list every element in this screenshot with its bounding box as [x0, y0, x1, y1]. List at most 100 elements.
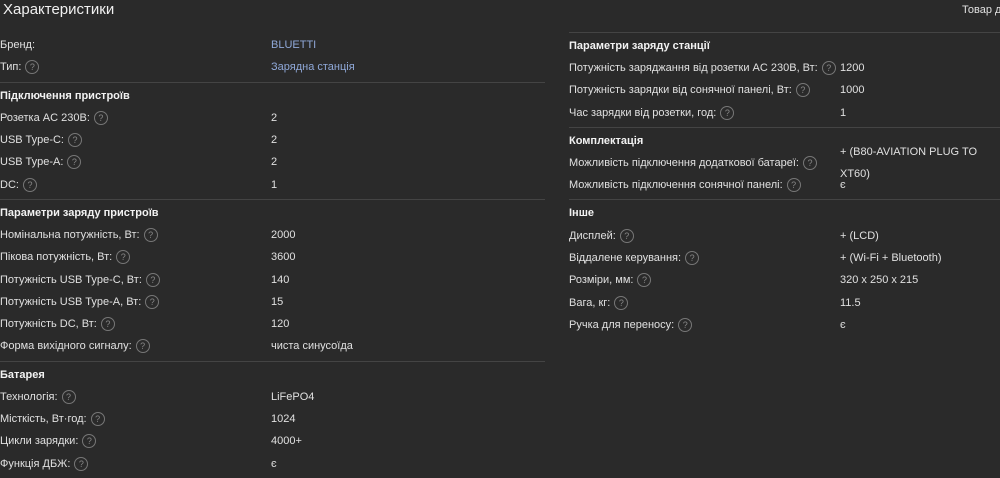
spec-row: Тип:? Зарядна станція — [0, 56, 545, 78]
spec-label-text: Можливість підключення сонячної панелі: — [569, 179, 783, 192]
spec-label-text: Віддалене керування: — [569, 251, 682, 264]
spec-section: Комплектація Можливість підключення додат… — [569, 126, 1000, 200]
spec-label-text: Технологія: — [0, 390, 58, 403]
help-icon[interactable]: ? — [25, 60, 40, 75]
spec-label-text: Функція ДБЖ: — [0, 457, 71, 470]
section-header: Інше — [569, 207, 594, 220]
spec-label-text: Ручка для переносу: — [569, 318, 675, 331]
spec-label-text: Можливість підключення додаткової батаре… — [569, 157, 799, 170]
help-icon[interactable]: ? — [145, 294, 160, 309]
spec-row: Технологія:? LiFePO4 — [0, 386, 545, 408]
spec-row: Номінальна потужність, Вт:? 2000 — [0, 224, 545, 246]
help-icon[interactable]: ? — [786, 178, 801, 193]
spec-label: Цикли зарядки:? — [0, 430, 97, 452]
spec-row: Потужність DC, Вт:? 120 — [0, 313, 545, 335]
spec-label-text: Бренд: — [0, 39, 36, 52]
spec-label-text: Форма вихідного сигналу: — [0, 340, 132, 353]
spec-value-link[interactable]: BLUETTI — [271, 34, 316, 56]
help-icon[interactable]: ? — [143, 227, 158, 242]
spec-value: є — [840, 179, 846, 192]
spec-value-link[interactable]: Зарядна станція — [271, 56, 355, 78]
spec-label-text: Дисплей: — [569, 229, 616, 242]
spec-section: Інше Дисплей:? + (LCD) Віддалене керування:… — [569, 199, 1000, 338]
spec-value: 3600 — [271, 251, 296, 264]
spec-value: 2 — [271, 156, 278, 169]
help-icon[interactable]: ? — [22, 177, 37, 192]
section-header: Батарея — [0, 368, 45, 381]
spec-row: USB Type-C:? 2 — [0, 129, 545, 151]
spec-label: Пікова потужність, Вт:? — [0, 246, 131, 268]
spec-label-text: Потужність USB Type-A, Вт: — [0, 295, 142, 308]
spec-value: 120 — [271, 318, 290, 331]
help-icon[interactable]: ? — [802, 156, 817, 171]
spec-label: Потужність зарядки від сонячної панелі, … — [569, 79, 810, 101]
spec-label: Розетка AC 230В:? — [0, 107, 108, 129]
help-icon[interactable]: ? — [614, 295, 629, 310]
availability-text: Товар до — [962, 4, 1000, 16]
spec-value: 140 — [271, 273, 290, 286]
spec-label-text: USB Type-C: — [0, 134, 64, 147]
spec-label: Можливість підключення додаткової батаре… — [569, 152, 817, 174]
spec-value: 1 — [271, 178, 278, 191]
spec-label-text: Пікова потужність, Вт: — [0, 251, 113, 264]
spec-label: Можливість підключення сонячної панелі:? — [569, 174, 801, 196]
spec-row: Потужність USB Type-A, Вт:? 15 — [0, 291, 545, 313]
spec-value: є — [271, 457, 277, 470]
spec-label-text: Місткість, Вт·год: — [0, 413, 87, 425]
spec-value: 11.5 — [840, 296, 861, 309]
spec-section: Підключення пристроїв Розетка AC 230В:? 2 U… — [0, 81, 545, 199]
spec-label: Вага, кг:? — [569, 292, 629, 314]
spec-row: DC:? 1 — [0, 173, 545, 195]
spec-label: Форма вихідного сигналу:? — [0, 335, 150, 357]
spec-label: Функція ДБЖ:? — [0, 453, 89, 475]
spec-value: 15 — [271, 295, 284, 308]
help-icon[interactable]: ? — [619, 228, 634, 243]
help-icon[interactable]: ? — [795, 83, 810, 98]
help-icon[interactable]: ? — [68, 133, 82, 148]
spec-label-text: Потужність зарядки від сонячної панелі, … — [569, 84, 792, 97]
help-icon[interactable]: ? — [135, 339, 150, 354]
help-icon[interactable]: ? — [74, 456, 89, 471]
help-icon[interactable]: ? — [678, 317, 693, 332]
help-icon[interactable]: ? — [116, 250, 131, 265]
spec-value: 1200 — [840, 62, 865, 75]
spec-section: Батарея Технологія:? LiFePO4 Місткість, Вт·… — [0, 360, 545, 478]
help-icon[interactable]: ? — [67, 155, 82, 170]
spec-label: Потужність USB Type-A, Вт:? — [0, 291, 160, 313]
spec-value: 320 x 250 x 215 — [840, 274, 919, 287]
spec-value: + (Wi-Fi + Bluetooth) — [840, 251, 942, 264]
spec-row: Вага, кг:? 11.5 — [569, 291, 1000, 313]
spec-label-text: Розміри, мм: — [569, 274, 634, 287]
spec-label-text: Номінальна потужність, Вт: — [0, 228, 140, 241]
help-icon[interactable]: ? — [90, 412, 105, 426]
help-icon[interactable]: ? — [720, 105, 735, 120]
spec-label: Час зарядки від розетки, год:? — [569, 102, 735, 124]
help-icon[interactable]: ? — [821, 61, 836, 76]
spec-row: Потужність заряджання від розетки AC 230… — [569, 57, 1000, 79]
help-icon[interactable]: ? — [82, 434, 97, 449]
spec-label: Технологія:? — [0, 386, 76, 408]
help-icon[interactable]: ? — [61, 389, 76, 404]
spec-label: Потужність DC, Вт:? — [0, 313, 115, 335]
spec-value: 4000+ — [271, 435, 302, 448]
spec-value: 1 — [840, 106, 847, 119]
help-icon[interactable]: ? — [685, 250, 700, 265]
spec-row: Можливість підключення сонячної панелі:?… — [569, 174, 1000, 196]
spec-row: Розміри, мм:? 320 x 250 x 215 — [569, 269, 1000, 291]
spec-row: Потужність зарядки від сонячної панелі, … — [569, 79, 1000, 101]
spec-row: Віддалене керування:? + (Wi-Fi + Bluetoot… — [569, 247, 1000, 269]
help-icon[interactable]: ? — [145, 272, 160, 287]
help-icon[interactable]: ? — [93, 110, 108, 125]
help-icon[interactable]: ? — [637, 273, 652, 288]
spec-label-text: Цикли зарядки: — [0, 435, 79, 448]
section-header: Параметри заряду станції — [569, 40, 710, 52]
help-icon[interactable]: ? — [100, 317, 115, 332]
spec-row: Бренд: BLUETTI — [0, 34, 545, 56]
spec-value: є — [840, 318, 846, 331]
spec-label-text: USB Type-A: — [0, 156, 64, 169]
spec-value: LiFePO4 — [271, 390, 315, 403]
spec-section: Параметри заряду станції Потужність заряд… — [569, 32, 1000, 127]
spec-row: Дисплей:? + (LCD) — [569, 224, 1000, 246]
spec-row: Час зарядки від розетки, год:? 1 — [569, 102, 1000, 124]
specs-left-column: Бренд: BLUETTI Тип:? Зарядна станція Підключ… — [0, 32, 545, 478]
